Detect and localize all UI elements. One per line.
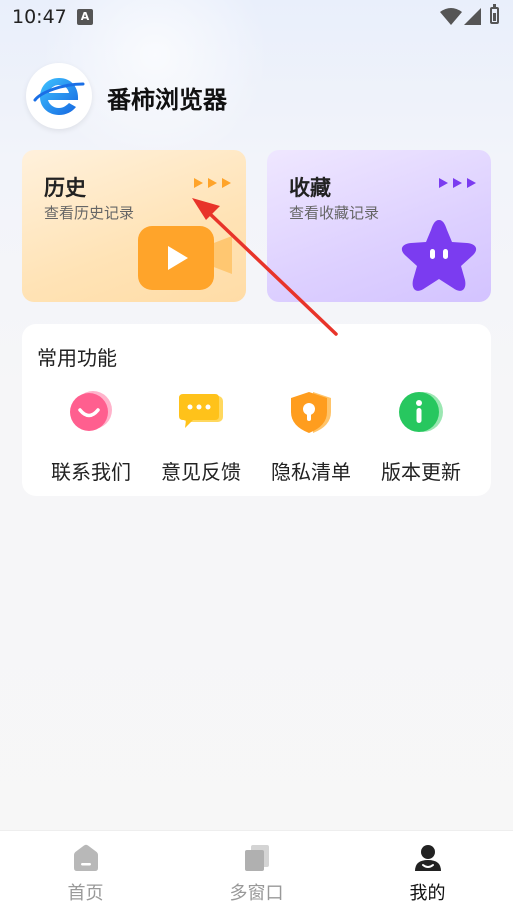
signal-icon	[464, 8, 481, 25]
favorites-card-title: 收藏	[289, 176, 331, 200]
notification-icon: A	[77, 9, 93, 25]
common-functions-title: 常用功能	[37, 346, 117, 370]
windows-icon	[245, 845, 269, 871]
privacy-list-button[interactable]: 隐私清单	[256, 384, 366, 484]
triple-arrow-icon	[194, 178, 231, 188]
app-title: 番柿浏览器	[107, 86, 227, 114]
privacy-list-label: 隐私清单	[271, 460, 351, 484]
shield-lock-icon	[291, 392, 331, 433]
battery-icon	[490, 4, 499, 24]
history-card-subtitle: 查看历史记录	[44, 204, 135, 222]
nav-home[interactable]: 首页	[0, 831, 171, 912]
user-icon	[415, 845, 441, 871]
status-bar: 10:47 A	[0, 0, 513, 34]
favorites-card-subtitle: 查看收藏记录	[289, 204, 380, 222]
contact-us-button[interactable]: 联系我们	[36, 384, 146, 484]
nav-multi-window-label: 多窗口	[229, 883, 284, 904]
bottom-nav: 首页 多窗口 我的	[0, 830, 513, 912]
app-logo	[26, 63, 92, 129]
browser-e-logo-icon	[33, 78, 85, 115]
nav-mine-label: 我的	[409, 883, 446, 904]
history-card[interactable]: 历史 查看历史记录	[22, 150, 246, 302]
feedback-label: 意见反馈	[161, 460, 241, 484]
nav-multi-window[interactable]: 多窗口	[171, 831, 342, 912]
favorites-card[interactable]: 收藏 查看收藏记录	[267, 150, 491, 302]
info-icon	[399, 392, 443, 432]
history-card-title: 历史	[44, 176, 86, 200]
home-icon	[74, 844, 98, 871]
nav-mine[interactable]: 我的	[342, 831, 513, 912]
common-functions-panel: 常用功能 联系我们 意见反馈 隐私清单 版本更新	[22, 324, 491, 496]
video-play-icon	[138, 226, 232, 290]
version-update-button[interactable]: 版本更新	[366, 384, 476, 484]
star-icon	[401, 220, 477, 291]
feedback-button[interactable]: 意见反馈	[146, 384, 256, 484]
status-time: 10:47	[12, 6, 67, 28]
version-update-label: 版本更新	[381, 460, 461, 484]
contact-us-label: 联系我们	[51, 460, 131, 484]
wifi-icon	[440, 8, 462, 25]
chat-smile-icon	[70, 391, 112, 431]
feedback-icon	[179, 394, 223, 428]
triple-arrow-icon	[439, 178, 476, 188]
nav-home-label: 首页	[67, 883, 104, 904]
